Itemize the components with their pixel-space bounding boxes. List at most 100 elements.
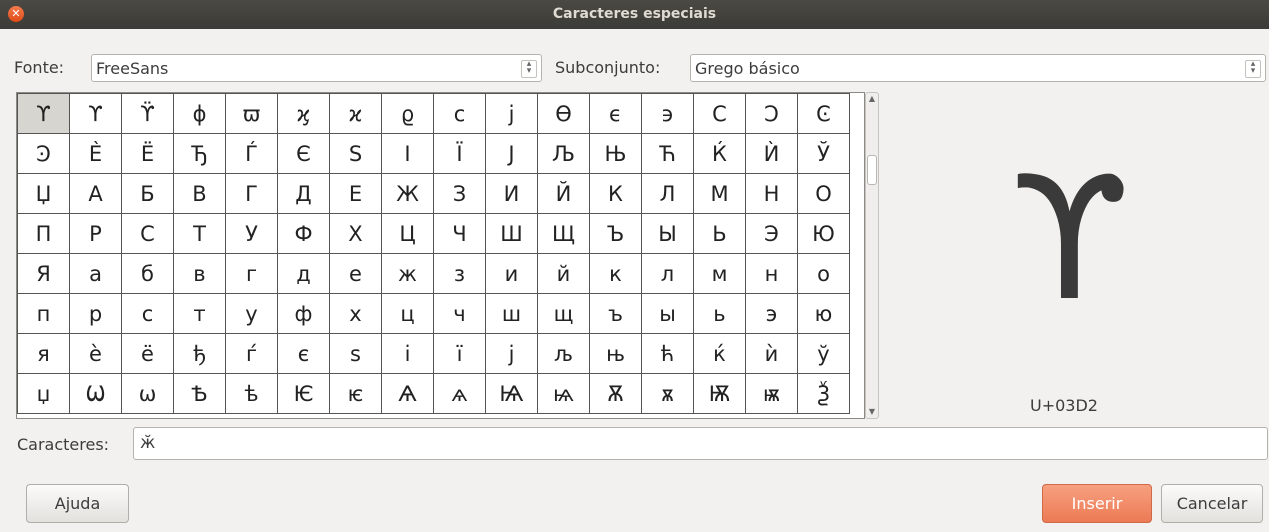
character-cell[interactable]: Ͼ [797,93,850,134]
character-cell[interactable]: ϗ [277,93,330,134]
character-cell[interactable]: с [121,293,174,334]
subset-select[interactable]: Grego básico ▴ ▾ [690,54,1266,82]
character-cell[interactable]: ѐ [69,333,122,374]
character-cell[interactable]: Ш [485,213,538,254]
character-cell[interactable]: м [693,253,746,294]
character-cell[interactable]: ь [693,293,746,334]
character-cell[interactable]: о [797,253,850,294]
character-cell[interactable]: Е [329,173,382,214]
character-cell[interactable]: ѕ [329,333,382,374]
character-cell[interactable]: љ [537,333,590,374]
characters-field[interactable]: ӂ [133,427,1268,460]
character-cell[interactable]: Ц [381,213,434,254]
character-cell[interactable]: Ў [797,133,850,174]
character-cell[interactable]: џ [17,373,70,414]
character-cell[interactable]: Ѕ [329,133,382,174]
character-cell[interactable]: Ђ [173,133,226,174]
character-cell[interactable]: ё [121,333,174,374]
character-cell[interactable]: щ [537,293,590,334]
character-cell[interactable]: Ъ [589,213,642,254]
character-cell[interactable]: ϒ [69,93,122,134]
character-cell[interactable]: ϱ [381,93,434,134]
character-cell[interactable]: Ѥ [277,373,330,414]
character-cell[interactable]: Х [329,213,382,254]
character-cell[interactable]: Т [173,213,226,254]
character-cell[interactable]: Ѐ [69,133,122,174]
character-cell[interactable]: а [69,253,122,294]
character-cell[interactable]: А [69,173,122,214]
character-cell[interactable]: Ф [277,213,330,254]
help-button[interactable]: Ajuda [26,484,129,523]
character-cell[interactable]: ў [797,333,850,374]
character-cell[interactable]: Ѣ [173,373,226,414]
character-cell[interactable]: ϰ [329,93,382,134]
character-cell[interactable]: Д [277,173,330,214]
character-cell[interactable]: ϳ [485,93,538,134]
character-cell[interactable]: Щ [537,213,590,254]
character-cell[interactable]: М [693,173,746,214]
character-cell[interactable]: Й [537,173,590,214]
character-cell[interactable]: Я [17,253,70,294]
character-cell[interactable]: њ [589,333,642,374]
character-cell[interactable]: ϲ [433,93,486,134]
character-cell[interactable]: Ϲ [693,93,746,134]
character-cell[interactable]: Ї [433,133,486,174]
character-cell[interactable]: Ќ [693,133,746,174]
character-cell[interactable]: Ѝ [745,133,798,174]
character-cell[interactable]: Ѡ [69,373,122,414]
character-cell[interactable]: Ͽ [17,133,70,174]
character-grid[interactable]: ϒ ϒ ϔϕ ϖ ϗ ϰ ϱ ϲ ϳ ϴϵ ϶ Ϲ Ͻ Ͼ Ͽ Ѐ Ё Ђ Ѓ Є Ѕ І Ї Ј Љ Њ Ћ Ќ Ѝ Ў Џ А Б В Г Д Е Ж… [16,92,865,419]
character-cell[interactable]: ϒ [17,93,70,134]
grid-scrollbar[interactable]: ▲ ▼ [865,92,879,419]
character-cell[interactable]: ѩ [537,373,590,414]
character-cell[interactable]: р [69,293,122,334]
character-cell[interactable]: С [121,213,174,254]
character-cell[interactable]: є [277,333,330,374]
character-cell[interactable]: й [537,253,590,294]
character-cell[interactable]: П [17,213,70,254]
character-cell[interactable]: ѓ [225,333,278,374]
character-cell[interactable]: Ы [641,213,694,254]
character-cell[interactable]: Ч [433,213,486,254]
character-cell[interactable]: У [225,213,278,254]
character-cell[interactable]: І [381,133,434,174]
font-select[interactable]: FreeSans ▴ ▾ [91,54,542,82]
character-cell[interactable]: Ю [797,213,850,254]
character-cell[interactable]: п [17,293,70,334]
character-cell[interactable]: ѣ [225,373,278,414]
character-cell[interactable]: Ј [485,133,538,174]
character-cell[interactable]: В [173,173,226,214]
character-cell[interactable]: Ѫ [589,373,642,414]
character-cell[interactable]: ѫ [641,373,694,414]
character-cell[interactable]: ј [485,333,538,374]
scroll-up-icon[interactable]: ▲ [866,93,878,105]
character-cell[interactable]: б [121,253,174,294]
character-cell[interactable]: Л [641,173,694,214]
character-cell[interactable]: э [745,293,798,334]
character-cell[interactable]: т [173,293,226,334]
character-cell[interactable]: е [329,253,382,294]
character-cell[interactable]: к [589,253,642,294]
character-cell[interactable]: ϕ [173,93,226,134]
character-cell[interactable]: ѧ [433,373,486,414]
character-cell[interactable]: ћ [641,333,694,374]
character-cell[interactable]: Ж [381,173,434,214]
character-cell[interactable]: О [797,173,850,214]
character-cell[interactable]: Ё [121,133,174,174]
character-cell[interactable]: х [329,293,382,334]
character-cell[interactable]: ж [381,253,434,294]
character-cell[interactable]: ф [277,293,330,334]
character-cell[interactable]: и [485,253,538,294]
character-cell[interactable]: ѝ [745,333,798,374]
character-cell[interactable]: Є [277,133,330,174]
character-cell[interactable]: Ѓ [225,133,278,174]
character-cell[interactable]: ѭ [745,373,798,414]
cancel-button[interactable]: Cancelar [1161,484,1263,523]
character-cell[interactable]: Ь [693,213,746,254]
character-cell[interactable]: Ѭ [693,373,746,414]
character-cell[interactable]: ϔ [121,93,174,134]
character-cell[interactable]: ϖ [225,93,278,134]
character-cell[interactable]: Ѩ [485,373,538,414]
character-cell[interactable]: ѡ [121,373,174,414]
character-cell[interactable]: ѥ [329,373,382,414]
